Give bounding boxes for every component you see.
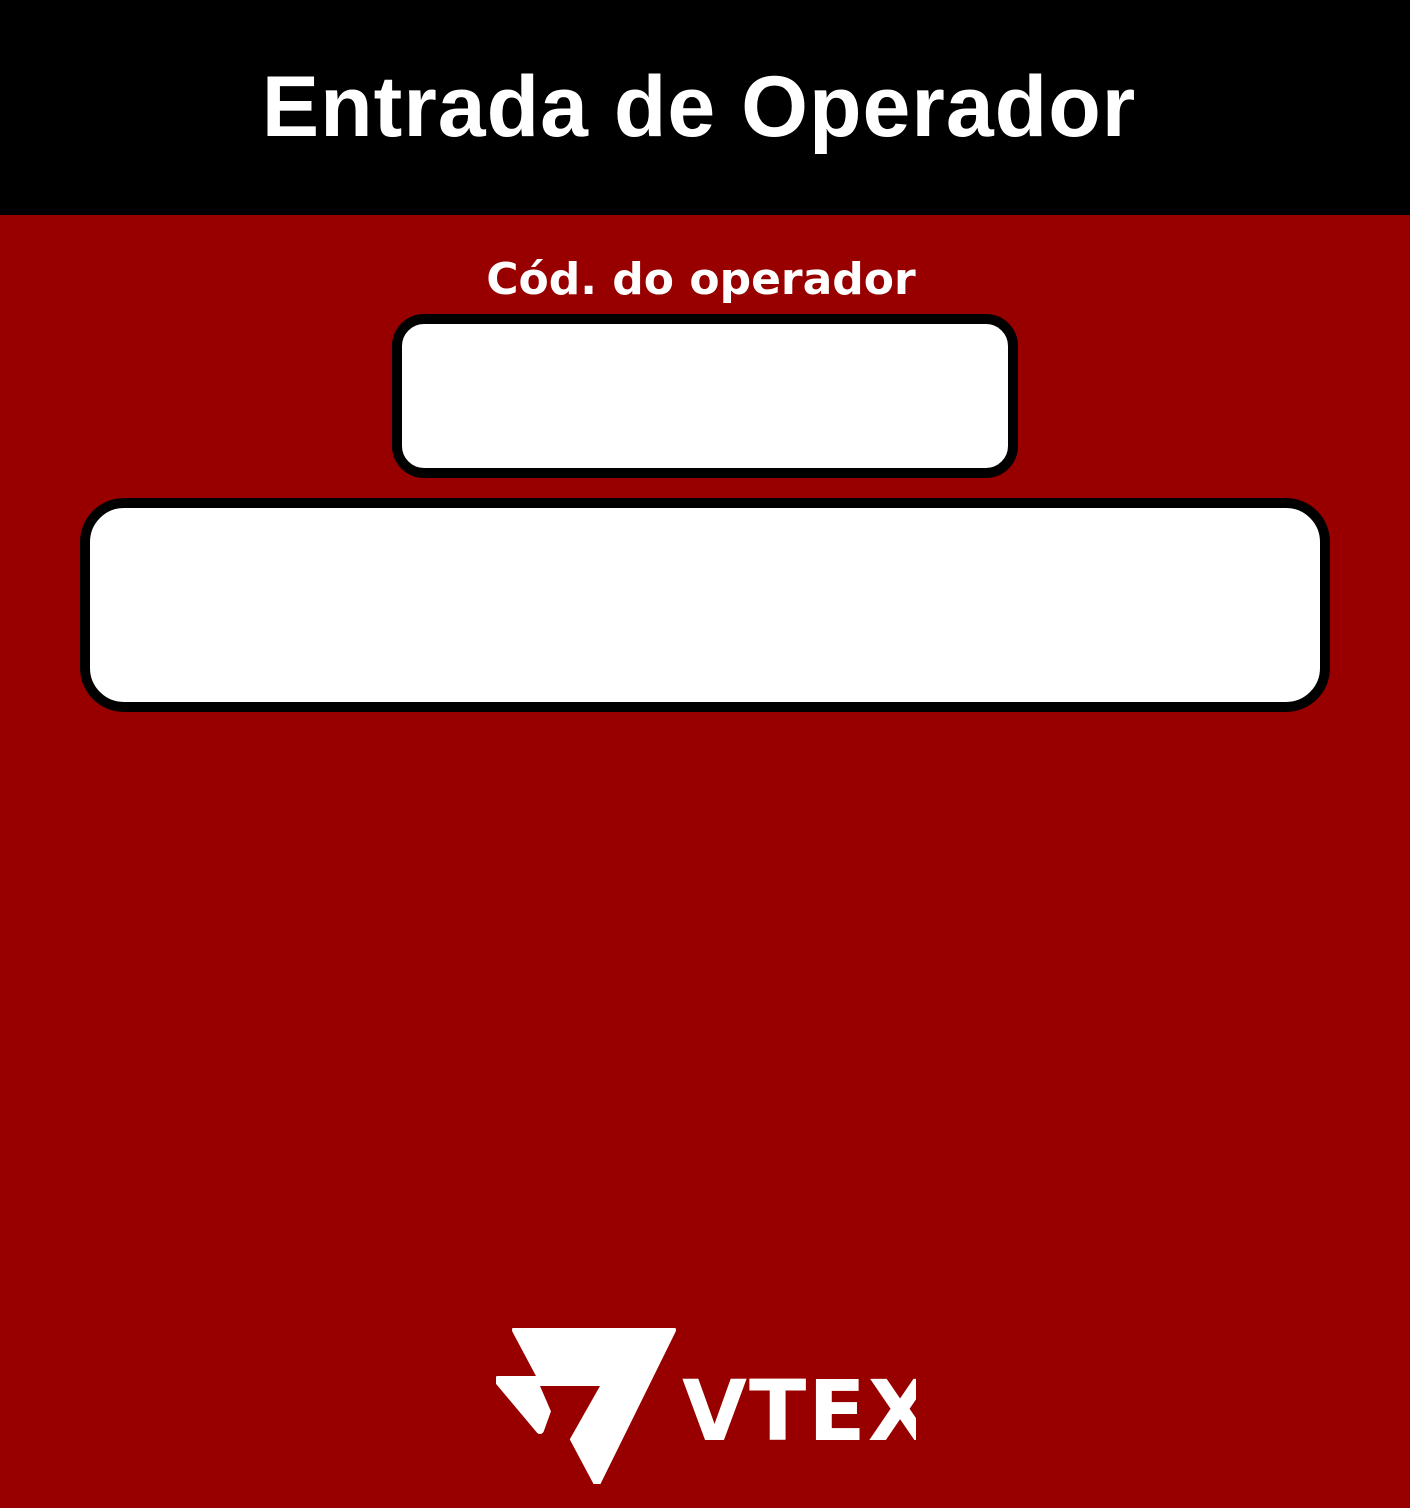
operator-code-label: Cód. do operador bbox=[486, 254, 916, 305]
operator-code-input[interactable] bbox=[392, 314, 1018, 478]
enter-button[interactable] bbox=[80, 498, 1330, 712]
vtex-logo-icon: VTEX bbox=[496, 1328, 916, 1484]
svg-text:VTEX: VTEX bbox=[682, 1362, 916, 1460]
vtex-logo: VTEX bbox=[496, 1328, 916, 1484]
title-bar: Entrada de Operador bbox=[0, 0, 1410, 215]
page-title: Entrada de Operador bbox=[261, 59, 1137, 155]
